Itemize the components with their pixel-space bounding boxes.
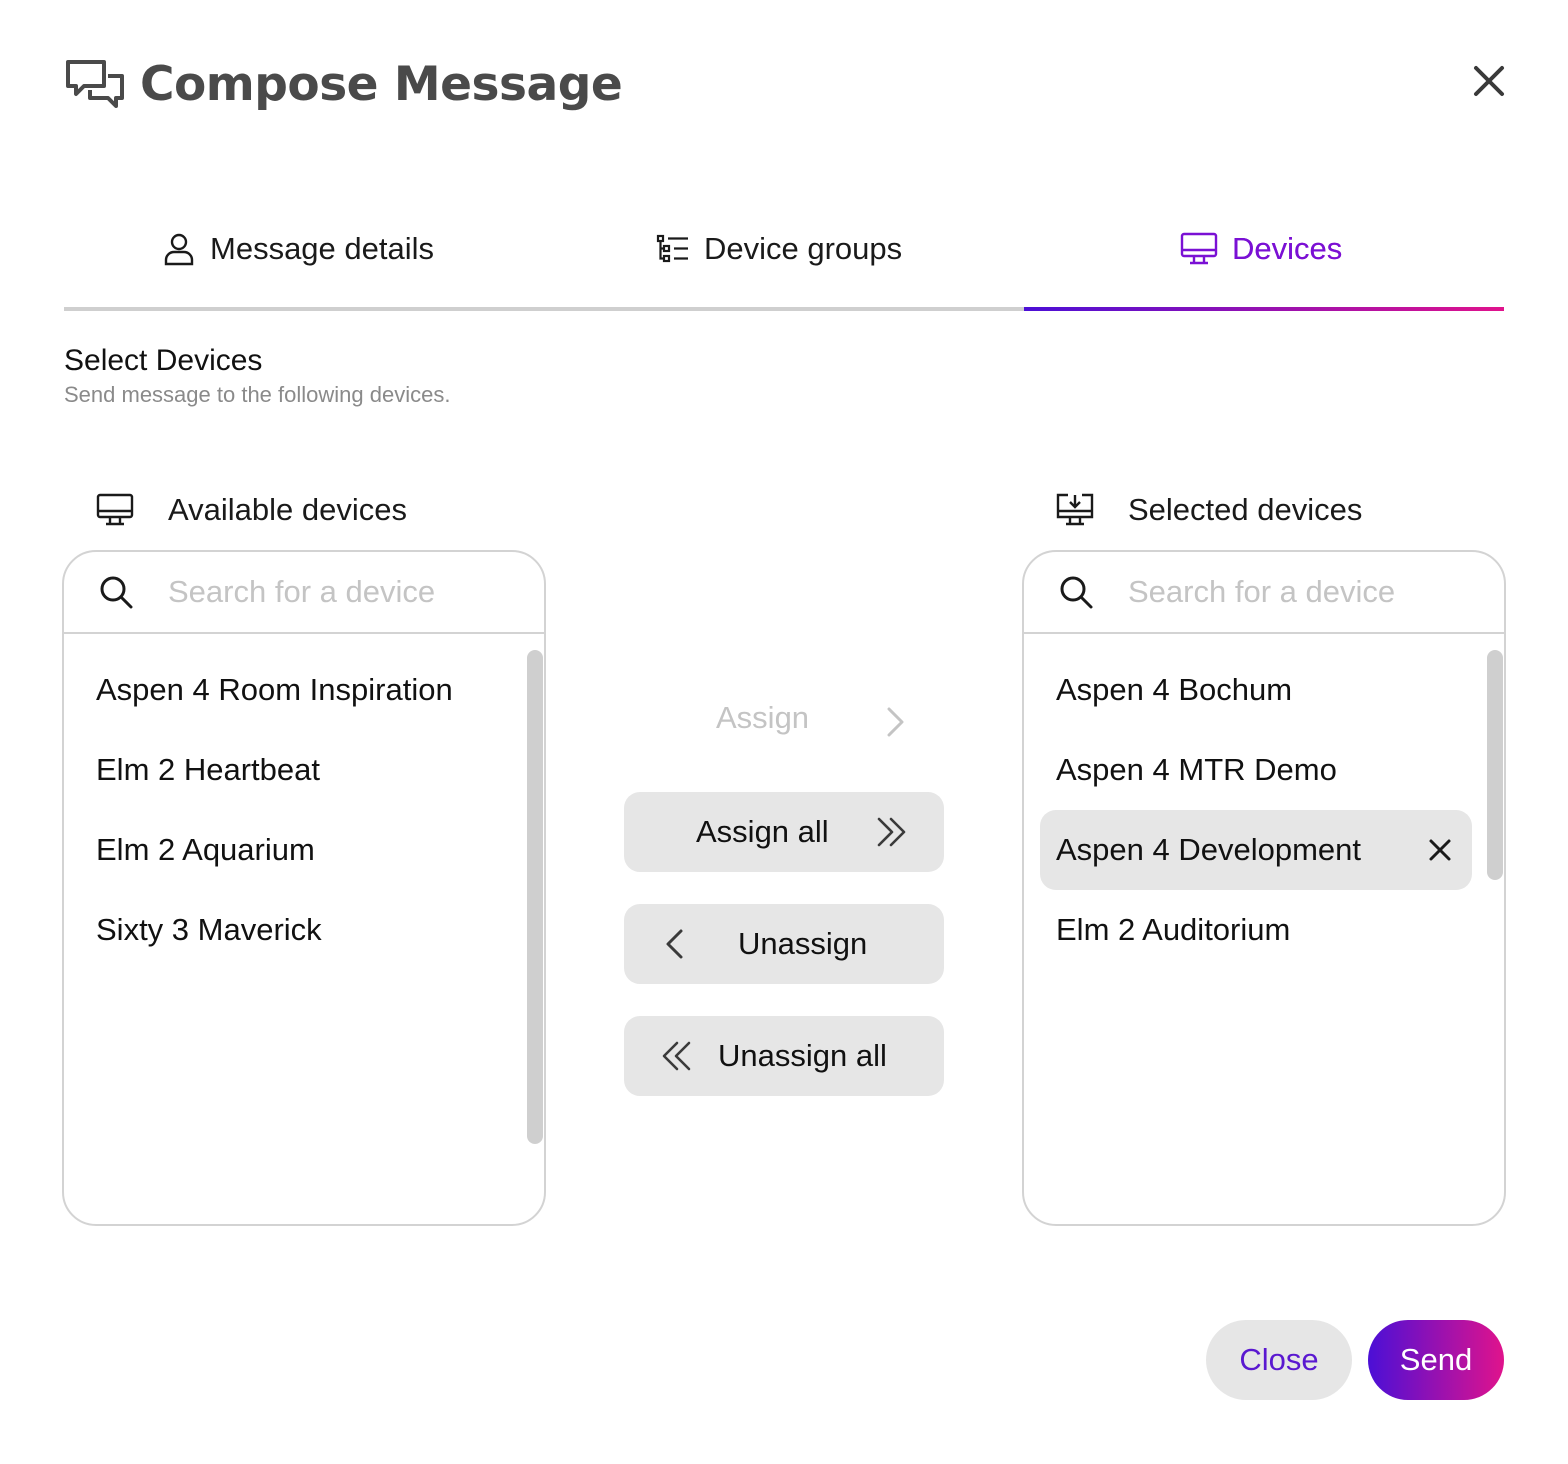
list-item-selected[interactable]: Aspen 4 Development	[1040, 810, 1472, 890]
selected-devices-title: Selected devices	[1128, 492, 1363, 527]
selected-device-list: Aspen 4 Bochum Aspen 4 MTR Demo Aspen 4 …	[1024, 634, 1504, 970]
available-search-input[interactable]	[168, 574, 488, 610]
list-item[interactable]: Elm 2 Heartbeat	[64, 730, 544, 810]
unassign-all-button[interactable]: Unassign all	[624, 1016, 944, 1096]
person-icon	[164, 233, 194, 266]
section-title: Select Devices	[64, 344, 263, 377]
tab-bar: Message details Device groups Devices	[64, 212, 1504, 312]
monitor-icon	[96, 493, 134, 526]
unassign-label: Unassign	[738, 926, 868, 961]
dialog-title: Compose Message	[140, 56, 623, 112]
assign-all-button[interactable]: Assign all	[624, 792, 944, 872]
tab-devices[interactable]: Devices	[1180, 212, 1342, 286]
dialog-header: Compose Message	[64, 56, 623, 112]
tab-label: Devices	[1232, 231, 1343, 266]
available-device-list: Aspen 4 Room Inspiration Elm 2 Heartbeat…	[64, 634, 544, 970]
section-subtitle: Send message to the following devices.	[64, 382, 451, 407]
search-icon	[100, 576, 133, 609]
double-chevron-right-icon	[877, 817, 906, 847]
assign-button[interactable]: Assign	[716, 700, 809, 736]
selected-devices-panel: Aspen 4 Bochum Aspen 4 MTR Demo Aspen 4 …	[1022, 550, 1506, 1226]
chevron-left-icon	[666, 929, 683, 959]
search-icon	[1060, 576, 1093, 609]
scrollbar[interactable]	[1487, 650, 1503, 880]
tree-list-icon	[656, 234, 688, 263]
available-search	[64, 552, 544, 634]
unassign-button[interactable]: Unassign	[624, 904, 944, 984]
send-button[interactable]: Send	[1368, 1320, 1504, 1400]
close-icon[interactable]	[1470, 62, 1508, 100]
list-item[interactable]: Elm 2 Auditorium	[1024, 890, 1504, 970]
assign-all-label: Assign all	[696, 814, 829, 849]
selected-devices-label: Selected devices	[1056, 492, 1362, 528]
scrollbar[interactable]	[527, 650, 543, 1144]
list-item[interactable]: Sixty 3 Maverick	[64, 890, 544, 970]
available-devices-title: Available devices	[168, 492, 407, 527]
close-button[interactable]: Close	[1206, 1320, 1352, 1400]
list-item-label: Aspen 4 Development	[1056, 832, 1362, 867]
chat-bubbles-icon	[66, 60, 124, 108]
list-item[interactable]: Elm 2 Aquarium	[64, 810, 544, 890]
list-item[interactable]: Aspen 4 MTR Demo	[1024, 730, 1504, 810]
active-tab-indicator	[1024, 307, 1504, 311]
unassign-all-label: Unassign all	[718, 1038, 887, 1073]
double-chevron-left-icon	[662, 1041, 691, 1071]
list-item[interactable]: Aspen 4 Bochum	[1024, 650, 1504, 730]
available-devices-panel: Aspen 4 Room Inspiration Elm 2 Heartbeat…	[62, 550, 546, 1226]
monitor-icon	[1180, 232, 1218, 265]
close-icon[interactable]	[1426, 836, 1454, 864]
list-item[interactable]: Aspen 4 Room Inspiration	[64, 650, 544, 730]
tab-device-groups[interactable]: Device groups	[656, 212, 902, 286]
monitor-download-icon	[1056, 493, 1094, 526]
selected-search-input[interactable]	[1128, 574, 1448, 610]
chevron-right-icon	[887, 707, 904, 737]
tab-message-details[interactable]: Message details	[162, 212, 434, 286]
tab-label: Message details	[210, 231, 435, 266]
selected-search	[1024, 552, 1504, 634]
available-devices-label: Available devices	[96, 492, 407, 528]
tab-label: Device groups	[704, 231, 903, 266]
